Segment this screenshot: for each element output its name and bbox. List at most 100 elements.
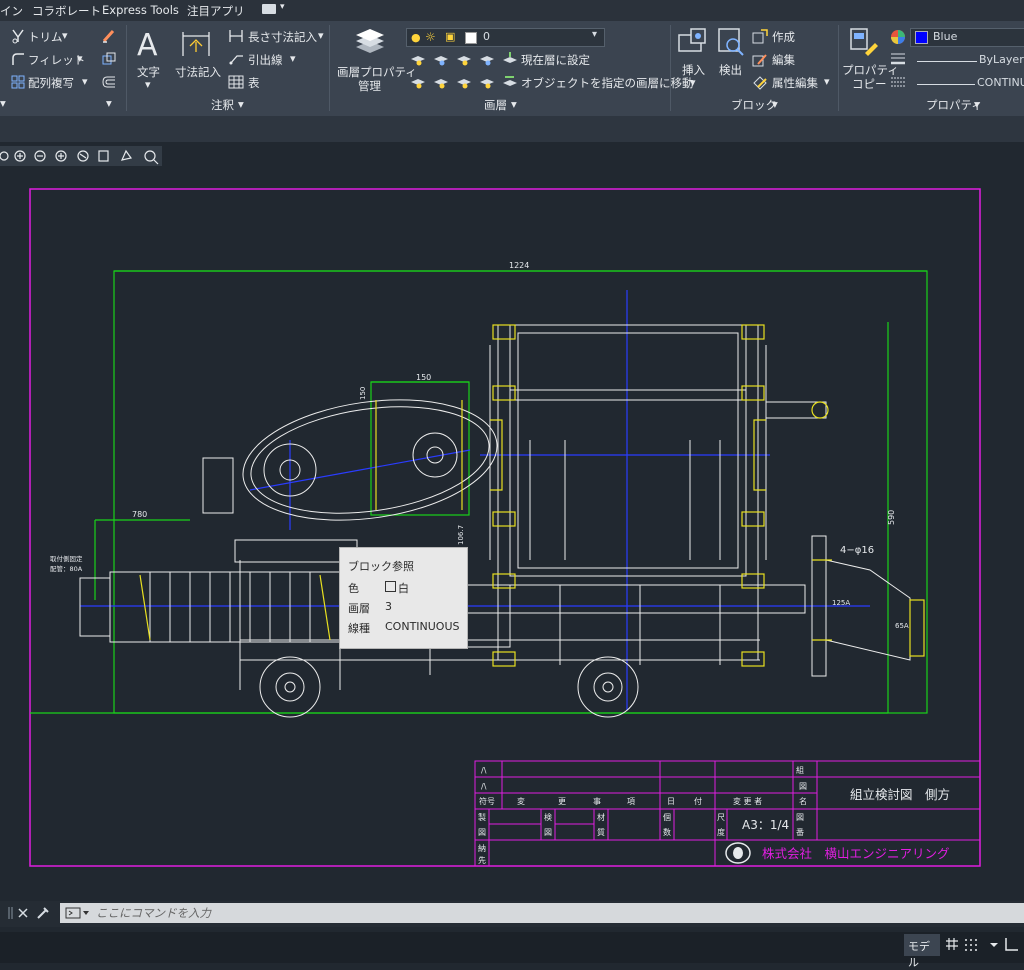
detect-block-icon[interactable] xyxy=(717,27,747,59)
tooltip-layer-value: 3 xyxy=(385,600,392,613)
layers-panel-expand-icon[interactable]: ▾ xyxy=(511,97,517,111)
create-block-button[interactable]: 作成 xyxy=(772,29,795,45)
trim-icon[interactable] xyxy=(10,28,26,44)
layer-properties-button-line2[interactable]: 管理 xyxy=(358,78,381,94)
lineweight-dropdown[interactable]: ByLayer xyxy=(910,51,1024,70)
file-tab-strip xyxy=(0,116,1024,142)
trim-button[interactable]: トリム xyxy=(28,29,63,45)
menu-item-express-tools[interactable]: Express Tools xyxy=(102,3,179,17)
tb-drawing-no-1: 図 xyxy=(796,813,804,822)
command-prompt-icon[interactable] xyxy=(65,907,91,919)
array-icon[interactable] xyxy=(10,74,26,90)
dimension-icon[interactable] xyxy=(180,28,212,60)
tb-material-2: 質 xyxy=(597,827,605,837)
layer-color-swatch xyxy=(465,32,477,44)
wrench-icon xyxy=(37,907,49,919)
linear-dimension-icon[interactable] xyxy=(228,29,244,43)
command-input-placeholder[interactable]: ここにコマンドを入力 xyxy=(96,905,211,921)
layer-properties-icon[interactable] xyxy=(352,27,388,59)
edit-block-button[interactable]: 編集 xyxy=(772,52,795,68)
tb-company: 株式会社 横山エンジニアリング xyxy=(762,846,950,861)
workspace-icon[interactable] xyxy=(262,4,276,14)
dim-overall-width: 1224 xyxy=(509,261,529,270)
tb-qty-1: 個 xyxy=(663,812,671,822)
fillet-icon[interactable] xyxy=(10,51,26,67)
leader-dropdown-icon[interactable]: ▾ xyxy=(290,52,296,65)
table-button[interactable]: 表 xyxy=(248,75,260,91)
set-current-layer-button[interactable]: 現在層に設定 xyxy=(521,52,590,68)
color-wheel-icon[interactable] xyxy=(890,29,906,45)
sun-icon: ☼ xyxy=(425,30,436,44)
text-dropdown-icon[interactable]: ▾ xyxy=(145,78,151,91)
layer-tools-row1-icons[interactable] xyxy=(410,51,500,67)
leader-button[interactable]: 引出線 xyxy=(248,52,283,68)
edit-attributes-icon[interactable] xyxy=(752,75,768,90)
modify-panel-expand-icon[interactable]: ▾ xyxy=(0,96,6,110)
linetype-value: CONTINUOUS xyxy=(977,76,1024,89)
menu-item-design[interactable]: イン xyxy=(0,3,23,19)
array-button[interactable]: 配列複写 xyxy=(28,75,74,91)
rev-mark-2: /\ xyxy=(481,782,487,791)
dim-holes: 4−φ16 xyxy=(840,545,874,556)
match-properties-icon[interactable] xyxy=(849,27,879,59)
set-current-layer-icon[interactable] xyxy=(502,51,518,67)
tooltip-color-label: 色 xyxy=(348,582,359,595)
edit-block-icon[interactable] xyxy=(752,52,768,67)
match-properties-button-line2[interactable]: コピー xyxy=(852,76,887,92)
color-dropdown[interactable]: Blue xyxy=(910,28,1024,47)
block-reference-tooltip: ブロック参照 色 白 画層 3 線種 CONTINUOUS xyxy=(339,547,468,649)
insert-block-dropdown-icon[interactable]: ▾ xyxy=(690,76,696,89)
tb-scale-2: 度 xyxy=(717,827,725,837)
menu-item-collaborate[interactable]: コラボレート xyxy=(32,3,101,19)
properties-panel-expand-icon[interactable]: ▾ xyxy=(974,97,980,111)
modify-panel-expand-icon-2[interactable]: ▾ xyxy=(106,96,112,110)
copy-icon[interactable] xyxy=(101,51,117,67)
layers-panel-title[interactable]: 画層 xyxy=(484,97,507,113)
layer-dropdown[interactable]: ● ☼ ▣ 0 ▾ xyxy=(406,28,605,47)
fillet-dropdown-icon[interactable]: ▾ xyxy=(77,52,83,65)
tb-design-1: 製 xyxy=(478,812,486,822)
move-to-layer-button[interactable]: オブジェクトを指定の画層に移動 xyxy=(521,75,694,91)
linear-dimension-dropdown-icon[interactable]: ▾ xyxy=(318,29,324,42)
tb-title-1: 組 xyxy=(796,765,804,775)
offset-icon[interactable] xyxy=(101,74,117,90)
table-icon[interactable] xyxy=(228,75,244,89)
trim-dropdown-icon[interactable]: ▾ xyxy=(62,29,68,42)
text-icon[interactable]: A xyxy=(135,27,163,61)
leader-icon[interactable] xyxy=(228,52,244,66)
color-swatch xyxy=(915,31,928,44)
dim-height-small: 106.7 xyxy=(457,525,465,545)
linetype-dropdown[interactable]: CONTINUOUS xyxy=(910,74,1024,93)
svg-text:A: A xyxy=(137,28,158,61)
erase-icon[interactable] xyxy=(101,28,117,44)
layer-tools-row2-icons[interactable] xyxy=(410,74,500,90)
tb-changer: 変 更 者 xyxy=(733,796,762,806)
dimension-button[interactable]: 寸法記入 xyxy=(175,64,221,80)
detect-block-button[interactable]: 検出 xyxy=(719,62,742,78)
layer-dropdown-chevron-icon: ▾ xyxy=(592,29,598,40)
annotation-panel-title[interactable]: 注釈 xyxy=(211,97,234,113)
model-space-button[interactable]: モデル xyxy=(904,934,940,969)
block-panel-expand-icon[interactable]: ▾ xyxy=(772,97,778,111)
block-panel-title[interactable]: ブロック xyxy=(731,97,777,113)
tooltip-title: ブロック参照 xyxy=(348,560,414,573)
edit-attributes-button[interactable]: 属性編集 xyxy=(772,75,818,91)
menu-item-featured-apps[interactable]: 注目アプリ xyxy=(187,3,245,19)
machine-outline xyxy=(79,324,911,718)
status-toggles[interactable] xyxy=(944,936,1020,954)
tooltip-color-value: 白 xyxy=(398,582,409,595)
workspace-dropdown-icon[interactable]: ▾ xyxy=(280,2,285,12)
linetype-icon[interactable] xyxy=(890,75,906,89)
pipe-note-2: 配管：80A xyxy=(50,564,83,573)
array-dropdown-icon[interactable]: ▾ xyxy=(82,75,88,88)
move-to-layer-icon[interactable] xyxy=(502,74,518,90)
edit-attributes-dropdown-icon[interactable]: ▾ xyxy=(824,75,830,88)
drawing-canvas[interactable]: 1224 150 150 780 590 106.7 4−φ16 125A 65… xyxy=(0,168,1024,896)
tb-drawing-name: 組立検討図 側方 xyxy=(850,787,950,802)
annotation-panel-expand-icon[interactable]: ▾ xyxy=(238,97,244,111)
insert-block-icon[interactable] xyxy=(678,27,708,59)
create-block-icon[interactable] xyxy=(752,29,768,44)
tb-material-1: 材 xyxy=(597,812,605,822)
linear-dimension-button[interactable]: 長さ寸法記入 xyxy=(248,29,317,45)
lineweight-icon[interactable] xyxy=(890,52,906,66)
